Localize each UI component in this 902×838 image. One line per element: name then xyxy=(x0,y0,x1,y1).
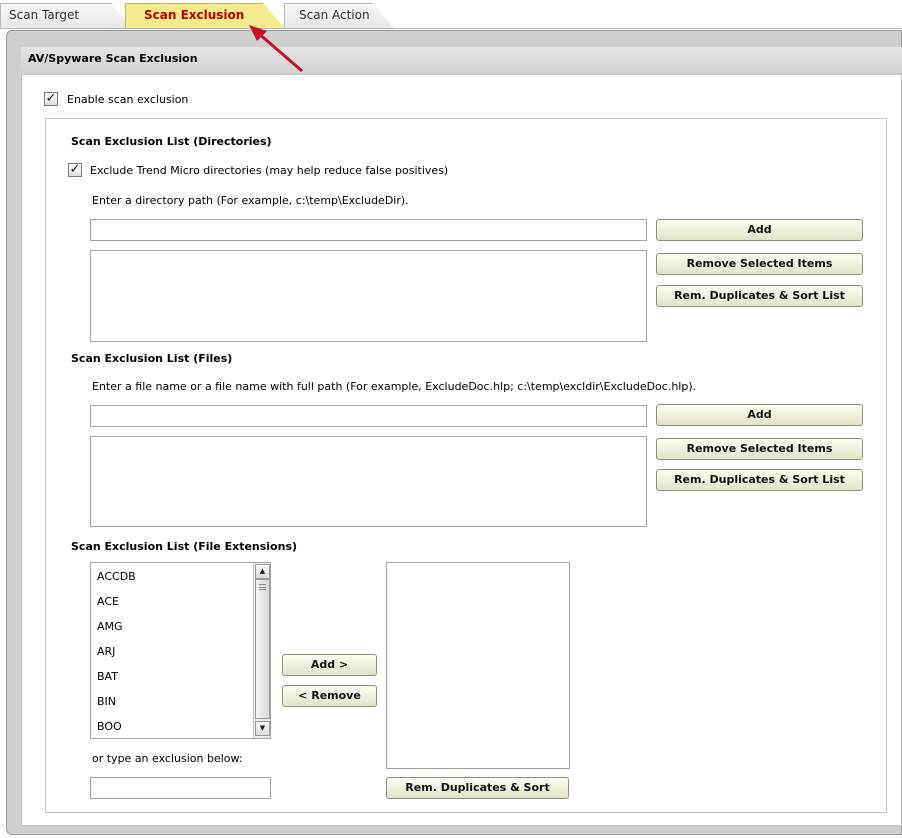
tab-divider xyxy=(0,28,902,29)
enable-exclusion-checkbox[interactable]: ✓ xyxy=(44,92,58,106)
extensions-heading: Scan Exclusion List (File Extensions) xyxy=(71,540,298,553)
scroll-down-icon[interactable]: ▼ xyxy=(255,721,270,736)
selected-extensions-list[interactable] xyxy=(386,562,570,769)
sort-file-list-button[interactable]: Rem. Duplicates & Sort List xyxy=(656,469,863,491)
available-extensions-list[interactable]: ACCDB ACE AMG ARJ BAT BIN BOO ▲ ▼ xyxy=(90,562,271,739)
extensions-scrollbar[interactable]: ▲ ▼ xyxy=(253,563,270,738)
exclude-trend-label: Exclude Trend Micro directories (may hel… xyxy=(90,164,449,177)
directories-heading: Scan Exclusion List (Directories) xyxy=(71,135,272,148)
tab-scan-target[interactable]: Scan Target xyxy=(0,3,133,28)
remove-directory-items-button[interactable]: Remove Selected Items xyxy=(656,253,863,275)
extension-input[interactable] xyxy=(90,777,271,799)
files-hint: Enter a file name or a file name with fu… xyxy=(92,380,697,393)
file-exclusion-list[interactable] xyxy=(90,436,647,527)
add-file-button[interactable]: Add xyxy=(656,404,863,426)
sort-directory-list-button[interactable]: Rem. Duplicates & Sort List xyxy=(656,285,863,307)
checkmark-icon: ✓ xyxy=(45,91,57,106)
directory-hint: Enter a directory path (For example, c:\… xyxy=(92,194,409,207)
files-heading: Scan Exclusion List (Files) xyxy=(71,352,233,365)
type-exclusion-hint: or type an exclusion below: xyxy=(92,752,243,765)
list-item[interactable]: ACE xyxy=(97,595,119,608)
remove-file-items-button[interactable]: Remove Selected Items xyxy=(656,438,863,460)
section-title: AV/Spyware Scan Exclusion xyxy=(21,47,902,73)
add-directory-button[interactable]: Add xyxy=(656,219,863,241)
list-item[interactable]: BIN xyxy=(97,695,116,708)
exclude-trend-checkbox[interactable]: ✓ xyxy=(68,163,82,177)
checkmark-icon: ✓ xyxy=(69,162,81,177)
directory-exclusion-list[interactable] xyxy=(90,250,647,342)
list-item[interactable]: BOO xyxy=(97,720,122,733)
scroll-up-icon[interactable]: ▲ xyxy=(255,564,270,579)
tab-scan-exclusion[interactable]: Scan Exclusion xyxy=(125,3,285,28)
list-item[interactable]: AMG xyxy=(97,620,123,633)
list-item[interactable]: ACCDB xyxy=(97,570,136,583)
tab-strip: Scan Target Scan Action Scan Exclusion xyxy=(0,0,902,30)
list-item[interactable]: BAT xyxy=(97,670,118,683)
file-name-input[interactable] xyxy=(90,405,647,427)
list-item[interactable]: ARJ xyxy=(97,645,115,658)
enable-exclusion-label: Enable scan exclusion xyxy=(67,93,189,106)
grip-icon xyxy=(259,584,266,590)
remove-extension-button[interactable]: < Remove xyxy=(282,685,377,707)
scroll-thumb[interactable] xyxy=(255,579,270,719)
tab-scan-action[interactable]: Scan Action xyxy=(284,3,394,28)
sort-extensions-button[interactable]: Rem. Duplicates & Sort xyxy=(386,777,569,799)
add-extension-button[interactable]: Add > xyxy=(282,654,377,676)
directory-path-input[interactable] xyxy=(90,219,647,241)
